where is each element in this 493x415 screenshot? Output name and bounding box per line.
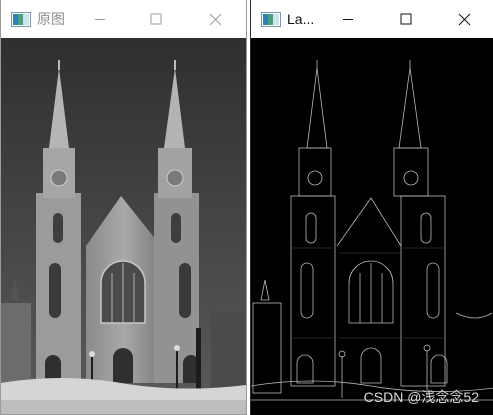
maximize-icon [400,13,412,25]
maximize-button[interactable] [383,0,429,38]
window-titlebar[interactable]: 原图 [1,0,246,38]
minimize-button[interactable] [325,0,371,38]
window-title: 原图 [37,11,65,27]
close-button[interactable] [192,0,238,38]
close-icon [209,13,221,25]
window-title: La... [287,11,315,27]
opencv-window-icon [11,11,31,27]
opencv-window-icon [261,11,281,27]
minimize-icon [343,19,353,20]
laplacian-image: CSDN @浅念念52 [251,38,493,415]
original-image-window: 原图 [0,0,247,415]
original-image [1,38,246,414]
maximize-icon [150,13,162,25]
close-button[interactable] [441,0,487,38]
close-icon [458,13,470,25]
minimize-icon [95,19,105,20]
window-titlebar[interactable]: La... [251,0,493,38]
minimize-button[interactable] [77,0,123,38]
maximize-button[interactable] [133,0,179,38]
laplacian-image-window: La... CSDN @浅念念52 [250,0,493,415]
watermark-text: CSDN @浅念念52 [363,389,479,405]
